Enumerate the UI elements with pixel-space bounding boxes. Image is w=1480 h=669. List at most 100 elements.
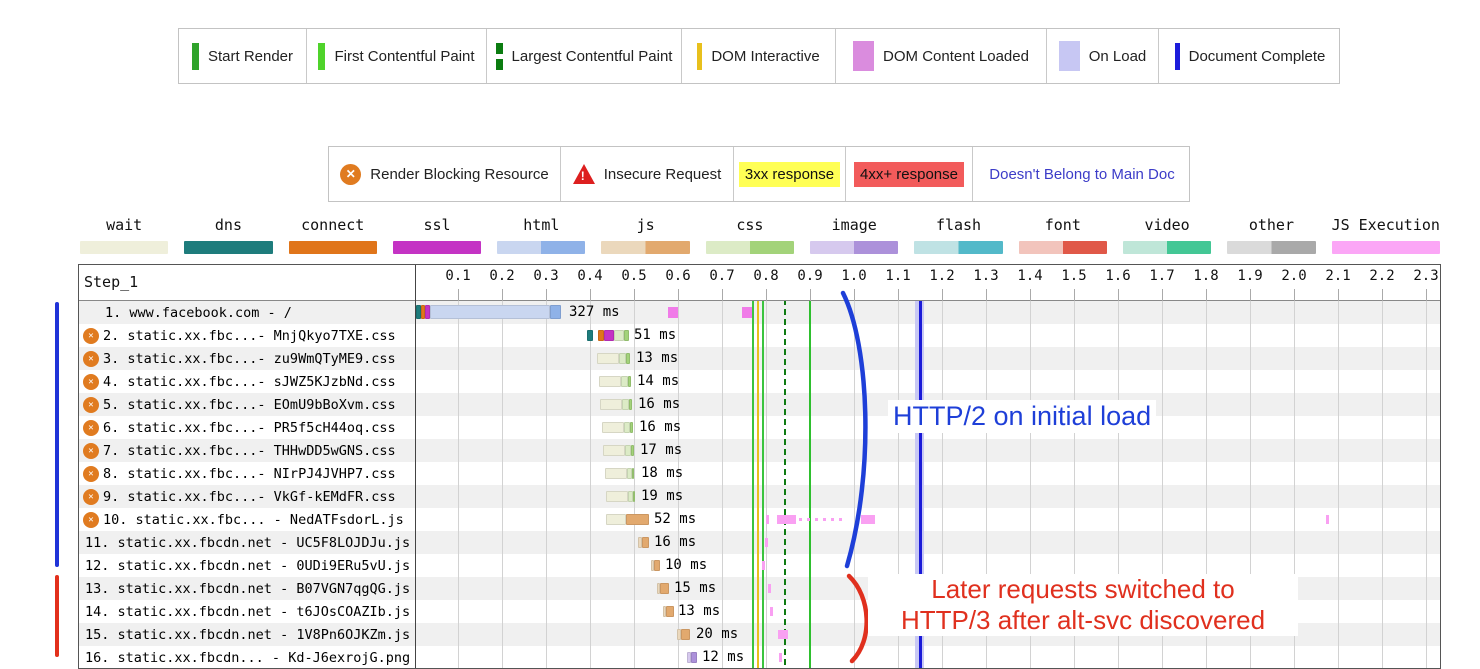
http2-group-bracket — [55, 302, 59, 567]
axis-tick-label: 1.2 — [929, 268, 954, 284]
start-render-swatch — [192, 43, 199, 70]
request-name: 9. static.xx.fbc...- VkGf-kEMdFR.css — [103, 489, 396, 505]
timing-legend-label: On Load — [1089, 48, 1147, 65]
duration-label: 15 ms — [674, 580, 716, 596]
axis-tick-label: 0.8 — [753, 268, 778, 284]
request-name: 7. static.xx.fbc...- THHwDD5wGNS.css — [103, 443, 396, 459]
bar-segment-wait — [600, 399, 622, 410]
request-row-5[interactable]: ✕5. static.xx.fbc...- EOmU9bBoXvm.css — [79, 393, 415, 416]
render-blocking-icon: ✕ — [83, 328, 99, 344]
bar-segment-wait — [602, 422, 624, 433]
webpagetest-waterfall-screenshot: Start RenderFirst Contentful PaintLarges… — [0, 0, 1480, 669]
js-execution-marker — [762, 561, 765, 570]
resource-type-item: JS Execution — [1332, 216, 1440, 254]
request-name: 13. static.xx.fbcdn.net - B07VGN7qgQG.js — [79, 581, 410, 597]
resource-type-item: css — [706, 216, 794, 254]
axis-tick-label: 1.4 — [1017, 268, 1042, 284]
column-divider — [415, 265, 416, 668]
request-name: 5. static.xx.fbc...- EOmU9bBoXvm.css — [103, 397, 396, 413]
resource-type-label: html — [497, 216, 585, 234]
largest-contentful-paint-swatch — [496, 43, 503, 70]
axis-tick-mark — [1206, 289, 1207, 301]
font-swatch — [1019, 241, 1107, 254]
axis-tick-label: 1.0 — [841, 268, 866, 284]
resource-type-item: font — [1019, 216, 1107, 254]
duration-label: 51 ms — [634, 327, 676, 343]
resource-type-label: wait — [80, 216, 168, 234]
request-row-4[interactable]: ✕4. static.xx.fbc...- sJWZ5KJzbNd.css — [79, 370, 415, 393]
bar-segment-cssD — [626, 353, 630, 364]
axis-tick-label: 2.1 — [1325, 268, 1350, 284]
dom-interactive-swatch — [697, 43, 702, 70]
axis-tick-mark — [766, 289, 767, 301]
axis-tick-mark — [678, 289, 679, 301]
request-name: 6. static.xx.fbc...- PR5f5cH44oq.css — [103, 420, 396, 436]
js-swatch — [601, 241, 689, 254]
document-complete-swatch — [1175, 43, 1180, 70]
request-row-10[interactable]: ✕10. static.xx.fbc... - NedATFsdorL.js — [79, 508, 415, 531]
flag-legend-item: Doesn't Belong to Main Doc — [973, 147, 1191, 201]
request-row-7[interactable]: ✕7. static.xx.fbc...- THHwDD5wGNS.css — [79, 439, 415, 462]
html-swatch — [497, 241, 585, 254]
timing-legend-item: Largest Contentful Paint — [487, 29, 682, 83]
bar-segment-html — [430, 305, 550, 319]
timing-legend-label: First Contentful Paint — [334, 48, 474, 65]
request-row-11[interactable]: 11. static.xx.fbcdn.net - UC5F8LOJDJu.js — [79, 531, 415, 554]
render-blocking-icon: ✕ — [83, 443, 99, 459]
bar-segment-cssD — [624, 330, 629, 341]
bar-segment-cssD — [632, 468, 634, 479]
render-blocking-icon: ✕ — [83, 466, 99, 482]
axis-tick-mark — [546, 289, 547, 301]
request-row-14[interactable]: 14. static.xx.fbcdn.net - t6JOsCOAZIb.js — [79, 600, 415, 623]
request-row-15[interactable]: 15. static.xx.fbcdn.net - 1V8Pn6OJKZm.js — [79, 623, 415, 646]
request-flag-legend: ✕Render Blocking Resource!Insecure Reque… — [328, 146, 1190, 202]
axis-tick-label: 0.5 — [621, 268, 646, 284]
request-row-8[interactable]: ✕8. static.xx.fbc...- NIrPJ4JVHP7.css — [79, 462, 415, 485]
axis-tick-label: 0.6 — [665, 268, 690, 284]
render-blocking-icon: ✕ — [83, 512, 99, 528]
request-row-9[interactable]: ✕9. static.xx.fbc...- VkGf-kEMdFR.css — [79, 485, 415, 508]
doesnt-belong-link[interactable]: Doesn't Belong to Main Doc — [989, 166, 1174, 183]
render-blocking-icon: ✕ — [340, 164, 361, 185]
bar-segment-cssD — [628, 376, 631, 387]
request-row-1[interactable]: 1. www.facebook.com - / — [79, 301, 415, 324]
duration-label: 16 ms — [654, 534, 696, 550]
axis-tick-label: 0.2 — [489, 268, 514, 284]
http3-annotation-line1: Later requests switched to — [868, 574, 1298, 605]
timing-legend-item: DOM Interactive — [682, 29, 836, 83]
request-name: 1. www.facebook.com - / — [79, 305, 292, 321]
axis-tick-label: 0.4 — [577, 268, 602, 284]
axis-tick-label: 2.3 — [1413, 268, 1438, 284]
timing-legend-item: On Load — [1047, 29, 1159, 83]
axis-tick-mark — [1382, 289, 1383, 301]
axis-tick-mark — [1338, 289, 1339, 301]
bar-segment-wait — [606, 491, 628, 502]
request-name: 2. static.xx.fbc...- MnjQkyo7TXE.css — [103, 328, 396, 344]
request-row-16[interactable]: 16. static.xx.fbcdn... - Kd-J6exrojG.png — [79, 646, 415, 669]
bar-segment-jsD — [642, 537, 649, 548]
resource-type-item: ssl — [393, 216, 481, 254]
on-load-swatch — [1059, 41, 1080, 71]
axis-tick-mark — [986, 289, 987, 301]
request-row-13[interactable]: 13. static.xx.fbcdn.net - B07VGN7qgQG.js — [79, 577, 415, 600]
request-row-12[interactable]: 12. static.xx.fbcdn.net - 0UDi9ERu5vU.js — [79, 554, 415, 577]
flag-legend-label: 4xx+ response — [854, 162, 964, 187]
wait-swatch — [80, 241, 168, 254]
render-blocking-icon: ✕ — [83, 420, 99, 436]
bar-segment-css — [614, 330, 624, 341]
time-axis: 0.10.20.30.40.50.60.70.80.91.01.11.21.31… — [415, 265, 1440, 301]
connect-swatch — [289, 241, 377, 254]
other-swatch — [1227, 241, 1315, 254]
axis-tick-label: 2.0 — [1281, 268, 1306, 284]
resource-type-label: dns — [184, 216, 272, 234]
flag-legend-item: !Insecure Request — [561, 147, 734, 201]
request-row-3[interactable]: ✕3. static.xx.fbc...- zu9WmQTyME9.css — [79, 347, 415, 370]
timing-legend-label: Largest Contentful Paint — [512, 48, 673, 65]
duration-label: 19 ms — [641, 488, 683, 504]
timing-legend: Start RenderFirst Contentful PaintLarges… — [178, 28, 1340, 84]
axis-tick-label: 0.9 — [797, 268, 822, 284]
resource-type-item: connect — [289, 216, 377, 254]
request-row-6[interactable]: ✕6. static.xx.fbc...- PR5f5cH44oq.css — [79, 416, 415, 439]
request-row-2[interactable]: ✕2. static.xx.fbc...- MnjQkyo7TXE.css — [79, 324, 415, 347]
http3-group-bracket — [55, 575, 59, 657]
